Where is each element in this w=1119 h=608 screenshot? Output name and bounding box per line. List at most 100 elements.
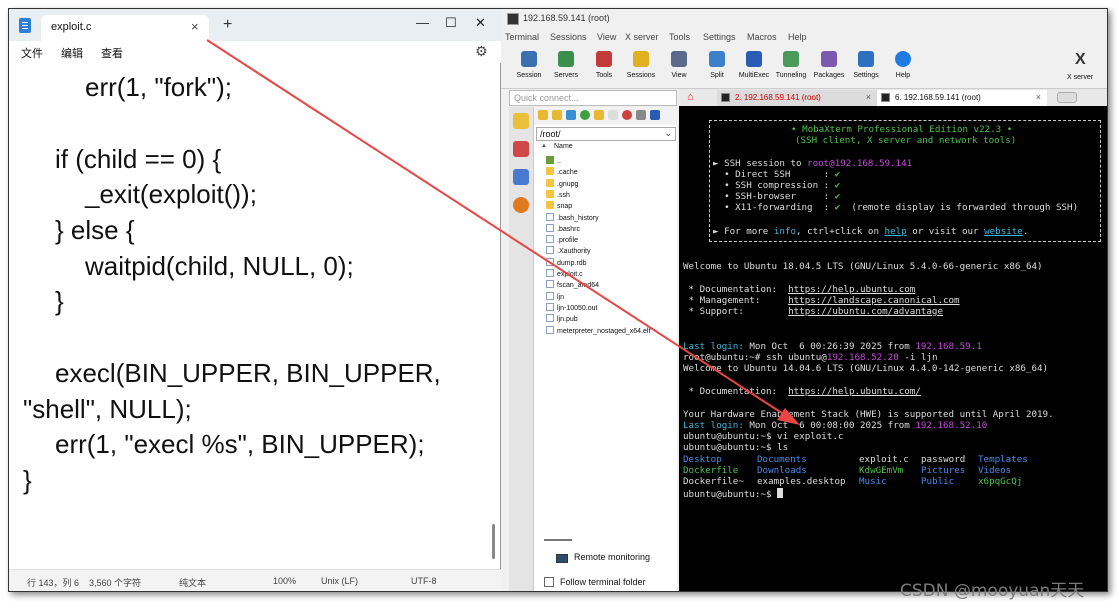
up-folder-icon[interactable] bbox=[538, 110, 548, 120]
macros-icon[interactable] bbox=[513, 169, 529, 185]
notepad-editor[interactable]: err(1, "fork"); if (child == 0) { _exit(… bbox=[9, 63, 501, 569]
ssh-target: root@192.168.59.141 bbox=[807, 158, 913, 169]
maximize-icon[interactable]: ☐ bbox=[445, 15, 457, 31]
tab-exploit-c[interactable]: exploit.c × bbox=[41, 15, 209, 41]
menu-file[interactable]: 文件 bbox=[21, 45, 43, 61]
info-link[interactable]: info bbox=[774, 226, 796, 237]
notepad-app-icon bbox=[19, 18, 31, 33]
file-item[interactable]: fscan_amd64 bbox=[546, 280, 599, 291]
quick-connect-input[interactable]: Quick connect... bbox=[509, 90, 677, 106]
file-item[interactable]: .cache bbox=[546, 167, 578, 178]
terminal-tab-2[interactable]: 2. 192.168.59.141 (root) × bbox=[717, 90, 877, 106]
menu-settings[interactable]: Settings bbox=[703, 32, 736, 42]
new-folder-icon[interactable] bbox=[594, 110, 604, 120]
close-icon[interactable]: × bbox=[866, 92, 871, 102]
file-item[interactable]: snap bbox=[546, 201, 572, 212]
menu-view[interactable]: 查看 bbox=[101, 45, 123, 61]
tools-icon[interactable] bbox=[513, 141, 529, 157]
file-name: dump.rdb bbox=[557, 259, 587, 267]
menu-view[interactable]: View bbox=[597, 32, 616, 42]
home-icon[interactable]: ⌂ bbox=[687, 91, 694, 103]
file-item[interactable]: .bash_history bbox=[546, 212, 599, 224]
file-icon bbox=[546, 223, 554, 232]
star-icon[interactable] bbox=[513, 113, 529, 129]
ls-cell: exploit.c bbox=[859, 454, 909, 465]
new-tab-icon[interactable]: + bbox=[223, 16, 232, 34]
file-item[interactable]: .gnupg bbox=[546, 178, 578, 190]
file-item[interactable]: meterpreter_nostaged_x64.elf bbox=[546, 325, 650, 337]
scrollbar-thumb[interactable] bbox=[492, 524, 495, 559]
menu-edit[interactable]: 编辑 bbox=[61, 45, 83, 61]
status-zoom[interactable]: 100% bbox=[273, 576, 296, 586]
column-header[interactable]: ▲ Name bbox=[536, 143, 676, 153]
doc-link[interactable]: https://help.ubuntu.com/ bbox=[788, 386, 921, 397]
feature-line: • SSH compression : ✔ bbox=[713, 180, 840, 191]
cursor bbox=[777, 488, 784, 498]
file-item[interactable]: ljn-10050.out bbox=[546, 302, 597, 314]
menu-tools[interactable]: Tools bbox=[669, 32, 690, 42]
menu-macros[interactable]: Macros bbox=[747, 32, 777, 42]
toolbar-help[interactable]: Help bbox=[881, 47, 925, 87]
new-file-icon[interactable] bbox=[608, 110, 618, 120]
doc-link[interactable]: https://help.ubuntu.com bbox=[788, 284, 915, 295]
help-link[interactable]: help bbox=[885, 226, 907, 237]
sftp-toolbar bbox=[534, 107, 678, 125]
path-field[interactable]: /root/ ⌄ bbox=[536, 127, 676, 141]
close-window-icon[interactable]: ✕ bbox=[475, 15, 486, 31]
feature-line: • Direct SSH : ✔ bbox=[713, 169, 840, 180]
close-icon[interactable]: × bbox=[191, 19, 199, 34]
file-item[interactable]: .bashrc bbox=[546, 223, 580, 235]
terminal-icon[interactable] bbox=[636, 110, 646, 120]
file-item[interactable]: .profile bbox=[546, 235, 578, 246]
file-item[interactable]: ljn bbox=[546, 291, 564, 303]
close-icon[interactable]: × bbox=[1036, 92, 1041, 102]
ls-cell: Dockerfile bbox=[683, 465, 739, 476]
file-item[interactable]: exploit.c bbox=[546, 269, 583, 280]
code-line: _exit(exploit()); bbox=[85, 179, 257, 209]
menu-xserver[interactable]: X server bbox=[625, 32, 659, 42]
file-item[interactable]: .. bbox=[546, 156, 561, 167]
terminal-output[interactable]: • MobaXterm Professional Edition v22.3 •… bbox=[679, 106, 1107, 591]
window-title: 192.168.59.141 (root) bbox=[523, 13, 610, 23]
delete-icon[interactable] bbox=[622, 110, 632, 120]
ls-cell: Dockerfile~ bbox=[683, 476, 744, 487]
menu-terminal[interactable]: Terminal bbox=[505, 32, 539, 42]
doc-label: * Documentation: bbox=[683, 284, 789, 295]
new-tab-button[interactable] bbox=[1057, 92, 1077, 103]
follow-folder-checkbox[interactable] bbox=[544, 577, 554, 587]
last-login-label: Last login: bbox=[683, 341, 744, 352]
upload-icon[interactable] bbox=[566, 110, 576, 120]
refresh-icon[interactable] bbox=[580, 110, 590, 120]
mobaxterm-menu-bar: Terminal Sessions View X server Tools Se… bbox=[501, 29, 1107, 47]
servers-icon bbox=[558, 51, 574, 67]
file-name: snap bbox=[557, 203, 573, 211]
welcome-line: Welcome to Ubuntu 14.04.6 LTS (GNU/Linux… bbox=[683, 363, 1049, 374]
file-item[interactable]: ljn.pub bbox=[546, 314, 578, 325]
terminal-tab-6[interactable]: 6. 192.168.59.141 (root) × bbox=[877, 90, 1047, 106]
star-icon bbox=[633, 51, 649, 67]
menu-help[interactable]: Help bbox=[788, 32, 807, 42]
sync-icon[interactable] bbox=[650, 110, 660, 120]
chevron-down-icon[interactable]: ⌄ bbox=[664, 128, 672, 139]
file-item[interactable]: .ssh bbox=[546, 189, 570, 201]
menu-sessions[interactable]: Sessions bbox=[550, 32, 587, 42]
screenshot-frame: exploit.c × + — ☐ ✕ 文件 编辑 查看 ⚙ err(1, "f… bbox=[8, 8, 1108, 592]
status-encoding: UTF-8 bbox=[411, 576, 437, 586]
feature-line: • X11-forwarding : ✔ (remote display is … bbox=[713, 202, 1078, 213]
follow-folder-label: Follow terminal folder bbox=[560, 577, 646, 587]
sftp-icon[interactable] bbox=[513, 197, 529, 213]
code-line: waitpid(child, NULL, 0); bbox=[85, 251, 354, 281]
xserver-icon[interactable]: X bbox=[1075, 51, 1086, 69]
download-icon[interactable] bbox=[552, 110, 562, 120]
gear-icon[interactable]: ⚙ bbox=[475, 43, 488, 60]
mgmt-link[interactable]: https://landscape.canonical.com bbox=[788, 295, 959, 306]
ls-cell: password bbox=[921, 454, 966, 465]
website-link[interactable]: website bbox=[984, 226, 1023, 237]
banner-title: • MobaXterm Professional Edition v22.3 • bbox=[791, 124, 1013, 135]
minimize-icon[interactable]: — bbox=[416, 15, 429, 30]
support-link[interactable]: https://ubuntu.com/advantage bbox=[788, 306, 943, 317]
feature-name: • X11-forwarding : bbox=[713, 202, 830, 213]
file-item[interactable]: dump.rdb bbox=[546, 257, 587, 269]
file-item[interactable]: .Xauthority bbox=[546, 246, 590, 257]
remote-monitoring-button[interactable]: Remote monitoring bbox=[574, 552, 650, 562]
